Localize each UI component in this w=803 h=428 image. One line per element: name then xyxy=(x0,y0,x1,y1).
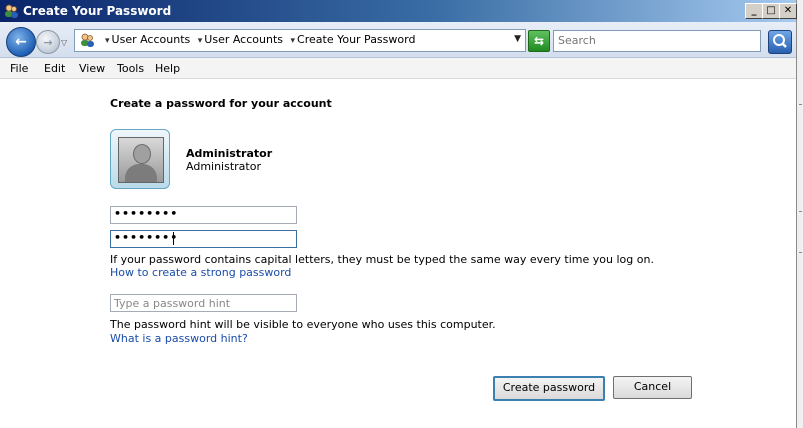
minimize-button[interactable]: _ xyxy=(745,3,763,19)
breadcrumb-separator-icon[interactable]: ▾ xyxy=(291,36,296,46)
search-icon xyxy=(773,34,787,48)
forward-button[interactable]: → xyxy=(36,30,60,54)
search-box xyxy=(553,30,761,52)
breadcrumb-separator-icon[interactable]: ▾ xyxy=(105,36,110,46)
back-button[interactable]: ← xyxy=(6,27,36,57)
background-edge xyxy=(797,0,803,428)
confirm-password-value: •••••••• xyxy=(114,231,179,244)
user-account-type: Administrator xyxy=(186,160,261,173)
breadcrumb: ▾ User Accounts ▾ User Accounts ▾ Create Yo… xyxy=(101,33,415,46)
menu-tools[interactable]: Tools xyxy=(117,62,144,75)
strong-password-link[interactable]: How to create a strong password xyxy=(110,266,291,279)
content-pane: Create a password for your account Admin… xyxy=(0,79,796,428)
refresh-icon: ⇆ xyxy=(533,34,545,48)
menu-help[interactable]: Help xyxy=(155,62,180,75)
user-picture-icon xyxy=(118,137,164,183)
search-input[interactable] xyxy=(554,31,758,49)
menu-bar: File Edit View Tools Help xyxy=(0,58,796,79)
address-dropdown-icon[interactable]: ▼ xyxy=(514,34,521,44)
capital-letters-note: If your password contains capital letter… xyxy=(110,253,654,266)
forward-arrow-icon: → xyxy=(43,35,53,49)
breadcrumb-item[interactable]: User Accounts xyxy=(204,33,283,46)
menu-view[interactable]: View xyxy=(79,62,105,75)
text-cursor xyxy=(173,232,174,245)
cancel-button[interactable]: Cancel xyxy=(613,376,692,399)
close-button[interactable]: ✕ xyxy=(779,3,797,19)
create-password-button[interactable]: Create password xyxy=(493,376,605,401)
menu-file[interactable]: File xyxy=(10,62,28,75)
breadcrumb-separator-icon[interactable]: ▾ xyxy=(198,36,203,46)
user-name: Administrator xyxy=(186,147,273,160)
window: Create Your Password _ □ ✕ ← → ▽ ▾ User A… xyxy=(0,0,797,428)
users-icon xyxy=(81,33,94,47)
breadcrumb-item[interactable]: User Accounts xyxy=(112,33,191,46)
recent-pages-dropdown-icon[interactable]: ▽ xyxy=(61,38,67,47)
back-arrow-icon: ← xyxy=(15,34,27,50)
search-button[interactable] xyxy=(768,30,792,54)
avatar xyxy=(110,129,170,189)
breadcrumb-item[interactable]: Create Your Password xyxy=(297,33,415,46)
new-password-value: •••••••• xyxy=(114,207,179,220)
title-bar: Create Your Password _ □ ✕ xyxy=(0,0,797,22)
hint-visibility-note: The password hint will be visible to eve… xyxy=(110,318,496,331)
menu-edit[interactable]: Edit xyxy=(44,62,65,75)
window-title: Create Your Password xyxy=(23,4,172,18)
maximize-button[interactable]: □ xyxy=(762,3,780,19)
address-bar[interactable]: ▾ User Accounts ▾ User Accounts ▾ Create Yo… xyxy=(74,29,526,52)
users-icon xyxy=(5,4,18,18)
page-title: Create a password for your account xyxy=(110,97,332,110)
address-toolbar: ← → ▽ ▾ User Accounts ▾ User Accounts ▾ Cre… xyxy=(0,22,796,58)
refresh-button[interactable]: ⇆ xyxy=(528,30,550,52)
password-hint-link[interactable]: What is a password hint? xyxy=(110,332,248,345)
password-hint-field[interactable] xyxy=(110,294,297,312)
